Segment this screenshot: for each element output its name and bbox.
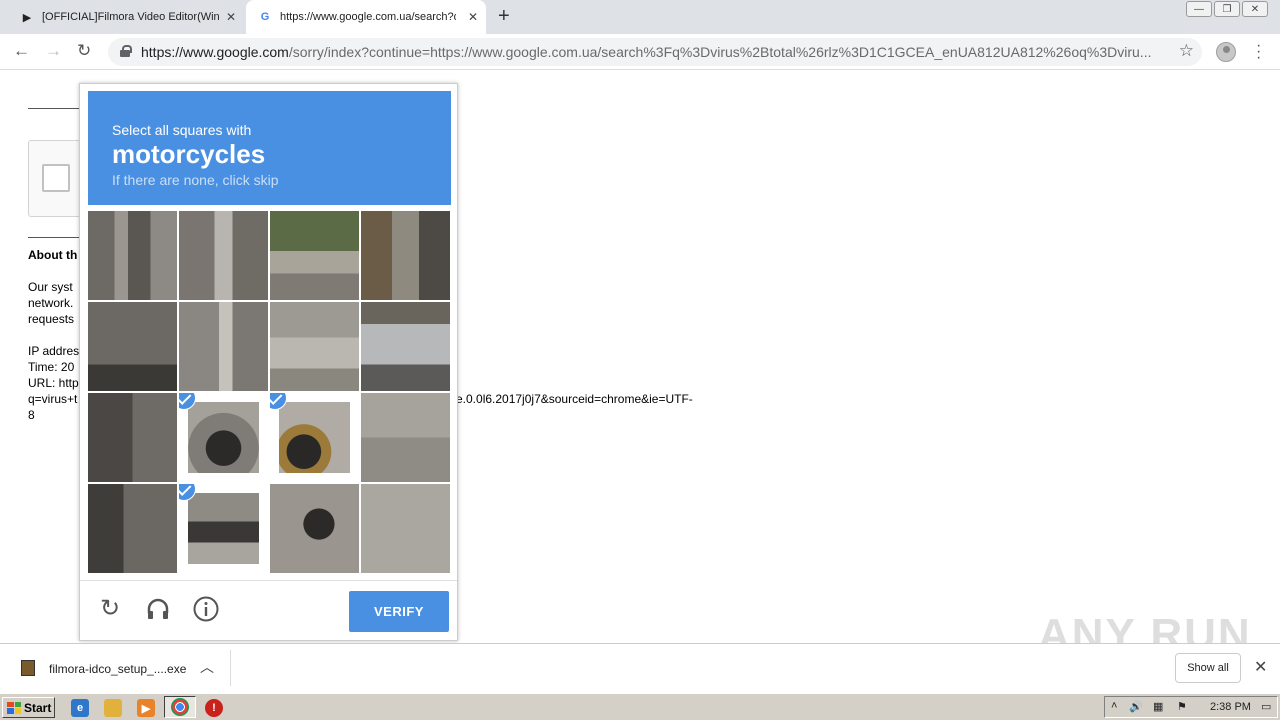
explorer-folder-icon[interactable]	[104, 699, 122, 717]
page-line: network.	[28, 296, 74, 310]
system-tray: ˄ 🔊 ▦ ⚑ 2:38 PM ▭	[1104, 696, 1278, 718]
grid-tile[interactable]	[179, 302, 268, 391]
menu-icon[interactable]: · · ·	[1256, 38, 1262, 66]
media-player-icon[interactable]: ▶	[137, 699, 155, 717]
tab-label: [OFFICIAL]Filmora Video Editor(Wind	[42, 11, 220, 23]
url-host: https://www.google.com	[141, 44, 289, 60]
download-filename[interactable]: filmora-idco_setup_....exe	[49, 662, 186, 676]
chevron-up-icon[interactable]: ˄	[1111, 700, 1117, 712]
installer-file-icon	[21, 660, 35, 676]
url-text: https://www.google.com/sorry/index?conti…	[141, 44, 1166, 60]
clock[interactable]: 2:38 PM	[1210, 701, 1251, 713]
taskbar: Start e ▶ ! ˄ 🔊 ▦ ⚑ 2:38 PM ▭	[0, 693, 1280, 720]
chrome-icon	[171, 698, 189, 716]
volume-icon[interactable]: 🔊	[1129, 700, 1143, 713]
reload-button[interactable]: ↻	[77, 41, 91, 61]
bookmark-star-icon[interactable]: ☆	[1179, 41, 1194, 61]
headphones-icon[interactable]	[144, 595, 172, 623]
opera-icon[interactable]: !	[205, 699, 223, 717]
grid-tile[interactable]	[88, 484, 177, 573]
grid-tile[interactable]	[361, 484, 450, 573]
page-line: IP addres	[28, 344, 80, 358]
ie-icon[interactable]: e	[71, 699, 89, 717]
info-icon[interactable]	[192, 595, 220, 623]
start-label: Start	[24, 700, 52, 715]
restore-button[interactable]: ❐	[1214, 1, 1240, 17]
url-path: /sorry/index?continue=https://www.google…	[288, 44, 1152, 60]
start-button[interactable]: Start	[2, 697, 55, 718]
network-icon[interactable]: ▦	[1153, 700, 1163, 713]
close-icon[interactable]: ✕	[226, 10, 236, 24]
flag-icon[interactable]: ⚑	[1177, 700, 1187, 713]
grid-tile[interactable]	[88, 393, 177, 482]
chrome-taskbar-button[interactable]	[164, 696, 196, 718]
browser-toolbar: ← → ↻ https://www.google.com/sorry/index…	[0, 34, 1280, 70]
grid-tile[interactable]	[361, 393, 450, 482]
grid-tile[interactable]	[361, 211, 450, 300]
profile-avatar[interactable]	[1216, 42, 1236, 62]
target-object: motorcycles	[112, 139, 266, 169]
challenge-footer: ↻ VERIFY	[80, 580, 457, 640]
filmora-icon: ▶	[22, 11, 32, 24]
tab-label: https://www.google.com.ua/search?q	[280, 11, 456, 23]
grid-tile-selected[interactable]	[179, 393, 268, 482]
forward-button[interactable]: →	[45, 41, 62, 61]
google-icon: G	[260, 11, 270, 23]
windows-logo-icon	[7, 701, 21, 714]
address-bar[interactable]: https://www.google.com/sorry/index?conti…	[108, 38, 1202, 66]
minimize-button[interactable]: —	[1186, 1, 1212, 17]
page-line: Our syst	[28, 280, 73, 294]
image-grid	[88, 211, 451, 574]
grid-tile[interactable]	[361, 302, 450, 391]
grid-tile-selected[interactable]	[179, 484, 268, 573]
about-heading: About th	[28, 248, 78, 262]
close-icon[interactable]: ✕	[468, 10, 478, 24]
recaptcha-checkbox[interactable]	[42, 164, 70, 192]
lock-icon	[120, 45, 132, 57]
grid-tile[interactable]	[270, 211, 359, 300]
instruction-text: Select all squares with	[112, 122, 252, 138]
skip-hint: If there are none, click skip	[112, 172, 279, 188]
captcha-challenge: Select all squares with motorcycles If t…	[79, 83, 458, 641]
grid-tile[interactable]	[270, 484, 359, 573]
grid-tile-selected[interactable]	[270, 393, 359, 482]
page-line: requests	[28, 312, 75, 326]
url-tail: e.0.0l6.2017j0j7&sourceid=chrome&ie=UTF-	[456, 392, 693, 406]
reload-icon[interactable]: ↻	[96, 595, 124, 623]
tab-filmora[interactable]: ▶ [OFFICIAL]Filmora Video Editor(Wind ✕	[14, 0, 244, 34]
grid-tile[interactable]	[270, 302, 359, 391]
verify-button[interactable]: VERIFY	[349, 591, 449, 632]
challenge-header: Select all squares with motorcycles If t…	[88, 91, 451, 205]
page-line: q=virus+t	[28, 392, 78, 406]
show-all-button[interactable]: Show all	[1175, 653, 1241, 683]
tab-google[interactable]: G https://www.google.com.ua/search?q ✕	[246, 0, 486, 34]
tab-strip: ▶ [OFFICIAL]Filmora Video Editor(Wind ✕ …	[0, 0, 1280, 34]
close-icon[interactable]: ✕	[1254, 657, 1267, 677]
grid-tile[interactable]	[179, 211, 268, 300]
back-button[interactable]: ←	[13, 41, 30, 61]
divider	[230, 650, 231, 686]
chevron-up-icon[interactable]: ︿	[200, 657, 214, 677]
download-bar: filmora-idco_setup_....exe ︿ Show all ✕	[0, 643, 1280, 692]
show-desktop-icon[interactable]: ▭	[1261, 700, 1271, 713]
page-line: URL: http	[28, 376, 79, 390]
close-window-button[interactable]: ✕	[1242, 1, 1268, 17]
new-tab-button[interactable]: +	[498, 5, 510, 28]
grid-tile[interactable]	[88, 211, 177, 300]
page-line: 8	[28, 408, 35, 422]
window-controls: — ❐ ✕	[1186, 1, 1268, 17]
page-line: Time: 20	[28, 360, 75, 374]
grid-tile[interactable]	[88, 302, 177, 391]
